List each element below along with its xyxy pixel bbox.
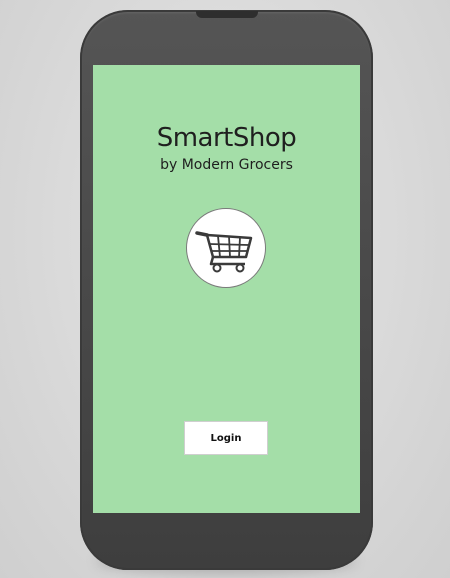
phone-frame: SmartShop by Modern Grocers Login bbox=[80, 10, 373, 570]
app-logo bbox=[186, 208, 266, 288]
app-title: SmartShop bbox=[156, 123, 297, 153]
shopping-cart-icon bbox=[195, 231, 253, 273]
app-screen: SmartShop by Modern Grocers Login bbox=[93, 65, 360, 513]
phone-speaker bbox=[196, 11, 258, 18]
login-button[interactable]: Login bbox=[184, 421, 268, 455]
app-subtitle: by Modern Grocers bbox=[160, 157, 293, 173]
